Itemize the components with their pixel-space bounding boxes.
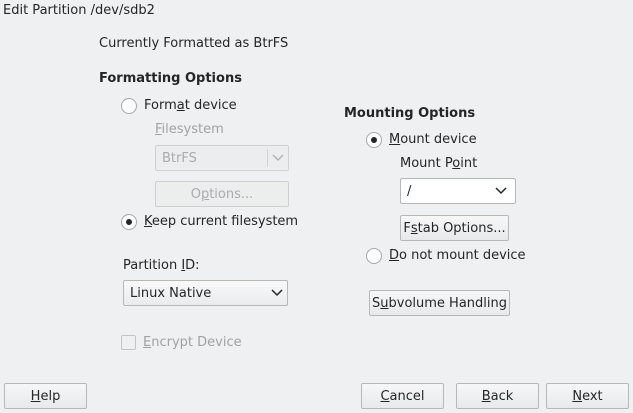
do-not-mount-radio[interactable]	[366, 248, 382, 264]
keep-filesystem-label[interactable]: Keep current filesystem	[144, 214, 298, 229]
back-button[interactable]: Back	[456, 383, 539, 409]
partition-id-label: Partition ID:	[123, 258, 200, 273]
format-device-label[interactable]: Format device	[144, 98, 237, 113]
current-format-status: Currently Formatted as BtrFS	[99, 36, 289, 51]
mount-point-label: Mount Point	[400, 156, 478, 171]
do-not-mount-label[interactable]: Do not mount device	[389, 248, 526, 263]
cancel-button[interactable]: Cancel	[361, 383, 444, 409]
chevron-down-icon	[487, 179, 515, 203]
formatting-options-heading: Formatting Options	[99, 71, 242, 86]
filesystem-label: Filesystem	[155, 122, 224, 137]
subvolume-handling-button[interactable]: Su bvolume Handling	[369, 290, 510, 316]
fstab-options-button[interactable]: Fs tab Options...	[400, 215, 509, 241]
options-button[interactable]: Op tions...	[155, 181, 289, 207]
encrypt-device-checkbox[interactable]	[121, 335, 136, 350]
chevron-down-icon	[267, 281, 287, 305]
format-device-radio[interactable]	[121, 98, 137, 114]
next-button[interactable]: Next	[546, 383, 629, 409]
mount-point-select[interactable]: /	[400, 178, 516, 204]
mount-device-label[interactable]: Mount device	[389, 132, 477, 147]
help-button[interactable]: Help	[4, 383, 87, 409]
chevron-down-icon	[268, 146, 288, 170]
mounting-options-heading: Mounting Options	[344, 106, 476, 121]
filesystem-select[interactable]: BtrFS	[155, 145, 289, 171]
encrypt-device-label: Encrypt Device	[143, 335, 242, 350]
filesystem-value: BtrFS	[162, 150, 197, 166]
partition-id-select[interactable]: Linux Native	[123, 280, 288, 306]
mount-point-value: /	[407, 183, 412, 199]
keep-filesystem-radio[interactable]	[121, 214, 137, 230]
mount-device-radio[interactable]	[366, 132, 382, 148]
partition-id-value: Linux Native	[130, 285, 212, 301]
window-title: Edit Partition /dev/sdb2	[3, 3, 155, 18]
